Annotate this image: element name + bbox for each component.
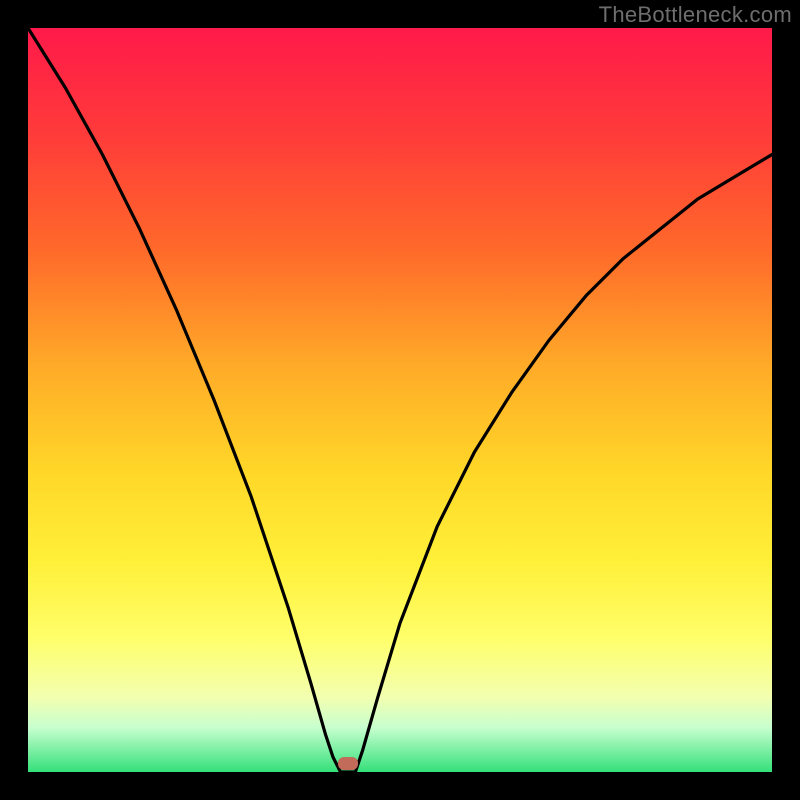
curve-svg — [28, 28, 772, 772]
watermark: TheBottleneck.com — [599, 2, 792, 28]
bottleneck-curve — [28, 28, 772, 772]
plot-area — [28, 28, 772, 772]
min-marker — [338, 757, 358, 770]
chart-frame: TheBottleneck.com — [0, 0, 800, 800]
